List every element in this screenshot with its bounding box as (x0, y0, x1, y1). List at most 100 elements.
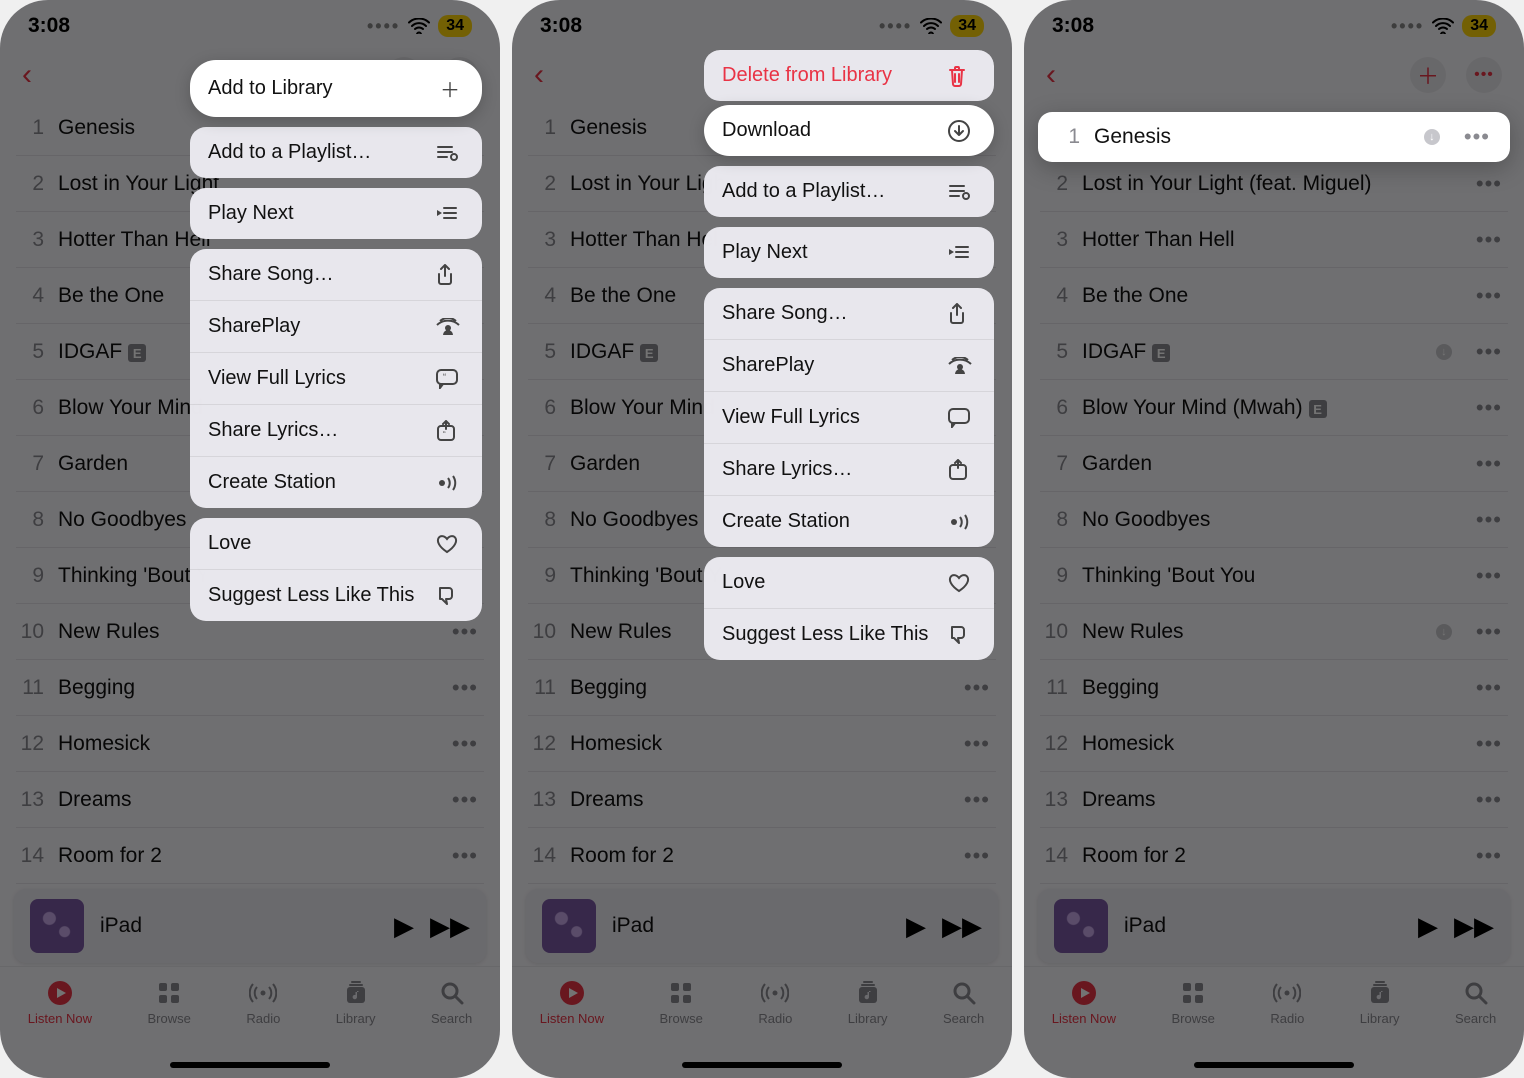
row-more-button[interactable]: ••• (1470, 843, 1508, 869)
row-more-button[interactable]: ••• (1470, 507, 1508, 533)
row-more-button[interactable]: ••• (1470, 451, 1508, 477)
menu-share-song[interactable]: Share Song… (704, 288, 994, 340)
menu-create-station[interactable]: Create Station (704, 496, 994, 547)
song-row[interactable]: 7Garden••• (1040, 436, 1508, 492)
row-more-button[interactable]: ••• (1470, 619, 1508, 645)
tab-browse[interactable]: Browse (148, 979, 191, 1026)
song-row[interactable]: 11Begging••• (16, 660, 484, 716)
menu-delete-from-library[interactable]: Delete from Library (704, 50, 994, 101)
menu-download[interactable]: Download (704, 105, 994, 156)
play-icon[interactable]: ▶ (906, 911, 926, 942)
menu-create-station[interactable]: Create Station (190, 457, 482, 508)
play-icon[interactable]: ▶ (1418, 911, 1438, 942)
menu-play-next[interactable]: Play Next (704, 227, 994, 278)
tab-search[interactable]: Search (943, 979, 984, 1026)
tab-search[interactable]: Search (1455, 979, 1496, 1026)
menu-love[interactable]: Love (190, 518, 482, 570)
song-row[interactable]: 4Be the One••• (1040, 268, 1508, 324)
row-more-button[interactable]: ••• (1470, 675, 1508, 701)
row-more-button[interactable]: ••• (958, 675, 996, 701)
song-row[interactable]: 12Homesick••• (1040, 716, 1508, 772)
song-row[interactable]: 12Homesick••• (16, 716, 484, 772)
row-more-button[interactable]: ••• (1470, 731, 1508, 757)
row-more-button[interactable]: ••• (958, 731, 996, 757)
tab-radio[interactable]: Radio (246, 979, 280, 1026)
menu-suggest-less[interactable]: Suggest Less Like This (704, 609, 994, 660)
tab-browse[interactable]: Browse (660, 979, 703, 1026)
song-row[interactable]: 6Blow Your Mind (Mwah)E••• (1040, 380, 1508, 436)
row-more-button[interactable]: ••• (1458, 124, 1496, 150)
back-chevron-icon[interactable]: ‹ (1046, 58, 1056, 92)
lyrics-bubble-icon (948, 408, 976, 428)
menu-share-lyrics[interactable]: Share Lyrics… “ (190, 405, 482, 457)
song-number: 6 (16, 396, 44, 420)
tab-radio[interactable]: Radio (1270, 979, 1304, 1026)
tab-radio[interactable]: Radio (758, 979, 792, 1026)
home-indicator[interactable] (682, 1062, 842, 1068)
song-row[interactable]: 10New Rules↓••• (1040, 604, 1508, 660)
row-more-button[interactable]: ••• (958, 787, 996, 813)
fast-forward-icon[interactable]: ▶▶ (942, 911, 982, 942)
row-more-button[interactable]: ••• (446, 675, 484, 701)
row-more-button[interactable]: ••• (446, 731, 484, 757)
menu-view-lyrics[interactable]: View Full Lyrics (704, 392, 994, 444)
back-chevron-icon[interactable]: ‹ (534, 58, 544, 92)
song-row[interactable]: 14Room for 2••• (528, 828, 996, 884)
song-row[interactable]: 11Begging••• (1040, 660, 1508, 716)
mini-player[interactable]: iPad ▶ ▶▶ (526, 889, 998, 963)
song-row[interactable]: 14Room for 2••• (16, 828, 484, 884)
song-row[interactable]: 3Hotter Than Hell••• (1040, 212, 1508, 268)
song-row[interactable]: 5IDGAFE↓••• (1040, 324, 1508, 380)
row-more-button[interactable]: ••• (1470, 339, 1508, 365)
play-icon[interactable]: ▶ (394, 911, 414, 942)
row-more-button[interactable]: ••• (1470, 563, 1508, 589)
song-row[interactable]: 13Dreams••• (1040, 772, 1508, 828)
menu-play-next[interactable]: Play Next (190, 188, 482, 239)
row-more-button[interactable]: ••• (1470, 227, 1508, 253)
menu-add-to-playlist[interactable]: Add to a Playlist… (704, 166, 994, 217)
home-indicator[interactable] (1194, 1062, 1354, 1068)
menu-shareplay[interactable]: SharePlay (704, 340, 994, 392)
menu-suggest-less[interactable]: Suggest Less Like This (190, 570, 482, 621)
mini-player[interactable]: iPad ▶ ▶▶ (14, 889, 486, 963)
menu-love[interactable]: Love (704, 557, 994, 609)
song-row[interactable]: 12Homesick••• (528, 716, 996, 772)
row-more-button[interactable]: ••• (1470, 171, 1508, 197)
tab-library[interactable]: Library (336, 979, 376, 1026)
fast-forward-icon[interactable]: ▶▶ (1454, 911, 1494, 942)
back-chevron-icon[interactable]: ‹ (22, 58, 32, 92)
row-more-button[interactable]: ••• (446, 787, 484, 813)
tab-browse[interactable]: Browse (1172, 979, 1215, 1026)
song-row[interactable]: 8No Goodbyes••• (1040, 492, 1508, 548)
tab-listen-now[interactable]: Listen Now (540, 979, 604, 1026)
menu-shareplay[interactable]: SharePlay (190, 301, 482, 353)
nav-more-button[interactable]: ••• (1466, 57, 1502, 93)
menu-add-to-playlist[interactable]: Add to a Playlist… (190, 127, 482, 178)
menu-share-song[interactable]: Share Song… (190, 249, 482, 301)
mini-player[interactable]: iPad ▶ ▶▶ (1038, 889, 1510, 963)
row-more-button[interactable]: ••• (1470, 395, 1508, 421)
home-indicator[interactable] (170, 1062, 330, 1068)
tab-listen-now[interactable]: Listen Now (28, 979, 92, 1026)
menu-view-lyrics[interactable]: View Full Lyrics “ (190, 353, 482, 405)
tab-library[interactable]: Library (1360, 979, 1400, 1026)
fast-forward-icon[interactable]: ▶▶ (430, 911, 470, 942)
highlighted-song-row[interactable]: 1 Genesis ↓ ••• (1038, 112, 1510, 162)
song-row[interactable]: 13Dreams••• (16, 772, 484, 828)
song-row[interactable]: 2Lost in Your Light (feat. Miguel)••• (1040, 156, 1508, 212)
row-more-button[interactable]: ••• (446, 843, 484, 869)
row-more-button[interactable]: ••• (1470, 787, 1508, 813)
menu-add-to-library[interactable]: Add to Library ＋ (190, 60, 482, 117)
song-row[interactable]: 14Room for 2••• (1040, 828, 1508, 884)
menu-share-lyrics[interactable]: Share Lyrics… (704, 444, 994, 496)
nav-add-button[interactable]: ＋ (1410, 57, 1446, 93)
row-more-button[interactable]: ••• (1470, 283, 1508, 309)
tab-listen-now[interactable]: Listen Now (1052, 979, 1116, 1026)
song-row[interactable]: 9Thinking 'Bout You••• (1040, 548, 1508, 604)
share-icon (436, 264, 464, 286)
song-row[interactable]: 13Dreams••• (528, 772, 996, 828)
song-title: Homesick (570, 732, 944, 756)
tab-search[interactable]: Search (431, 979, 472, 1026)
row-more-button[interactable]: ••• (958, 843, 996, 869)
tab-library[interactable]: Library (848, 979, 888, 1026)
